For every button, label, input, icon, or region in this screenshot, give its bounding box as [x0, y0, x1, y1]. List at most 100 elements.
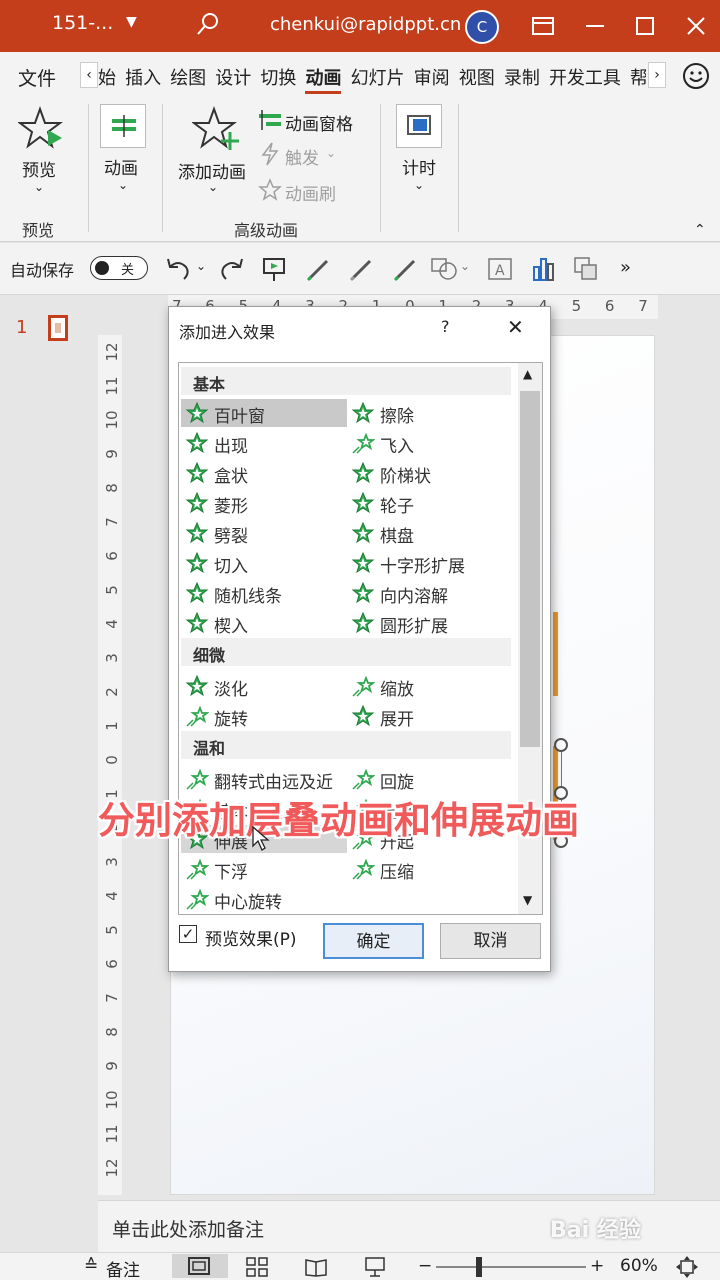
avatar[interactable]: C	[465, 10, 499, 44]
tab-animations[interactable]: 动画	[305, 64, 342, 94]
effect-item[interactable]: 阶梯状	[347, 459, 513, 487]
animation-style-dropdown-icon[interactable]: ⌄	[118, 178, 128, 192]
effect-item[interactable]: 百叶窗	[181, 399, 347, 427]
arrange-icon[interactable]	[572, 255, 600, 283]
title-dropdown-icon[interactable]: ▼	[126, 14, 137, 30]
effect-item[interactable]: 切入	[181, 549, 347, 577]
effect-item[interactable]: 缩放	[347, 672, 513, 700]
add-animation-dropdown-icon[interactable]: ⌄	[208, 180, 218, 194]
tab-design[interactable]: 设计	[215, 64, 251, 94]
account-email[interactable]: chenkui@rapidppt.cn	[270, 14, 461, 35]
slide-sorter-icon[interactable]	[246, 1257, 268, 1277]
pen-icon[interactable]	[305, 255, 333, 283]
timing-icon[interactable]	[396, 104, 442, 148]
effect-item[interactable]: 淡化	[181, 672, 347, 700]
fit-to-window-icon[interactable]	[676, 1256, 698, 1278]
effect-item[interactable]: 圆形扩展	[347, 609, 513, 637]
feedback-smiley-icon[interactable]	[682, 62, 710, 90]
notes-placeholder[interactable]: 单击此处添加备注	[112, 1215, 264, 1242]
preview-effect-checkbox[interactable]: ✓	[179, 925, 197, 943]
effect-item[interactable]: 翻转式由远及近	[181, 765, 347, 793]
effect-item[interactable]: 盒状	[181, 459, 347, 487]
chart-icon[interactable]	[530, 255, 558, 283]
animation-painter-button[interactable]: 动画刷	[285, 180, 336, 205]
animation-style-gallery[interactable]	[100, 104, 146, 148]
scrollbar-thumb[interactable]	[520, 391, 540, 747]
redo-icon[interactable]	[218, 255, 246, 283]
tab-view[interactable]: 视图	[459, 64, 495, 94]
tab-draw[interactable]: 绘图	[170, 64, 206, 94]
tab-transitions[interactable]: 切换	[260, 64, 296, 94]
tabs-scroll-right-icon[interactable]: ›	[648, 62, 666, 88]
preview-dropdown-icon[interactable]: ⌄	[34, 180, 44, 194]
resize-handle[interactable]	[554, 738, 568, 752]
effect-item[interactable]: 十字形扩展	[347, 549, 513, 577]
tab-developer[interactable]: 开发工具	[549, 64, 621, 94]
tab-review[interactable]: 审阅	[414, 64, 450, 94]
reading-view-icon[interactable]	[305, 1257, 327, 1277]
search-icon[interactable]	[196, 12, 220, 36]
effect-item[interactable]: 劈裂	[181, 519, 347, 547]
cancel-button[interactable]: 取消	[440, 923, 541, 959]
present-icon[interactable]	[260, 255, 288, 283]
preview-star-icon[interactable]	[18, 106, 64, 152]
tab-insert[interactable]: 插入	[125, 64, 161, 94]
notes-toggle-button[interactable]: 备注	[106, 1256, 140, 1280]
zoom-out-icon[interactable]: −	[418, 1256, 432, 1276]
effect-item[interactable]: 菱形	[181, 489, 347, 517]
effect-item[interactable]: 压缩	[347, 855, 513, 883]
slide-thumbnail[interactable]	[48, 315, 68, 341]
effect-item[interactable]: 楔入	[181, 609, 347, 637]
shapes-icon[interactable]	[430, 255, 458, 283]
notes-toggle-icon[interactable]: ≙	[84, 1256, 98, 1276]
preview-button[interactable]: 预览	[22, 156, 56, 181]
animation-pane-button[interactable]: 动画窗格	[285, 110, 353, 135]
undo-icon[interactable]	[164, 255, 192, 283]
tab-record[interactable]: 录制	[504, 64, 540, 94]
highlighter-icon[interactable]	[392, 255, 420, 283]
effect-item[interactable]: 棋盘	[347, 519, 513, 547]
document-title[interactable]: 151-...	[52, 12, 113, 34]
tab-help[interactable]: 帮助	[630, 64, 646, 94]
zoom-level[interactable]: 60%	[620, 1256, 658, 1276]
effect-item[interactable]: 出现	[181, 429, 347, 457]
maximize-icon[interactable]	[633, 14, 657, 38]
zoom-slider-thumb[interactable]	[476, 1257, 482, 1277]
scroll-down-icon[interactable]: ▼	[523, 893, 532, 907]
zoom-slider[interactable]	[436, 1266, 586, 1268]
scroll-up-icon[interactable]: ▲	[523, 367, 532, 381]
close-dialog-icon[interactable]: ✕	[507, 315, 524, 339]
close-window-icon[interactable]	[684, 14, 708, 38]
help-icon[interactable]: ?	[441, 317, 450, 336]
collapse-ribbon-icon[interactable]: ⌃	[694, 222, 706, 238]
trigger-button[interactable]: 触发	[285, 144, 319, 169]
effect-item[interactable]: 下浮	[181, 855, 347, 883]
more-commands-icon[interactable]: »	[620, 257, 631, 278]
autosave-toggle[interactable]: 关	[90, 256, 148, 280]
timing-dropdown-icon[interactable]: ⌄	[414, 178, 424, 192]
add-animation-star-icon[interactable]	[192, 106, 240, 152]
tab-home[interactable]: 始	[98, 64, 116, 94]
effect-item[interactable]: 飞入	[347, 429, 513, 457]
minimize-icon[interactable]	[583, 14, 607, 38]
animation-style-button[interactable]: 动画	[104, 154, 138, 179]
pencil-icon[interactable]	[348, 255, 376, 283]
textbox-icon[interactable]: A	[486, 255, 514, 283]
effect-item[interactable]: 向内溶解	[347, 579, 513, 607]
tabs-scroll-left-icon[interactable]: ‹	[80, 62, 98, 88]
effect-item[interactable]: 回旋	[347, 765, 513, 793]
ok-button[interactable]: 确定	[323, 923, 424, 959]
undo-dropdown-icon[interactable]: ⌄	[196, 259, 206, 273]
effect-item[interactable]: 展开	[347, 702, 513, 730]
timing-button[interactable]: 计时	[402, 154, 436, 179]
effect-item[interactable]: 轮子	[347, 489, 513, 517]
ribbon-display-icon[interactable]	[531, 14, 555, 38]
effect-item[interactable]: 随机线条	[181, 579, 347, 607]
normal-view-button[interactable]	[172, 1254, 228, 1278]
tab-file[interactable]: 文件	[18, 64, 56, 91]
effect-item[interactable]: 擦除	[347, 399, 513, 427]
zoom-in-icon[interactable]: +	[590, 1256, 604, 1276]
shapes-dropdown-icon[interactable]: ⌄	[460, 259, 470, 273]
tab-slideshow[interactable]: 幻灯片	[351, 64, 405, 94]
slide-shape-bar[interactable]	[553, 612, 558, 696]
